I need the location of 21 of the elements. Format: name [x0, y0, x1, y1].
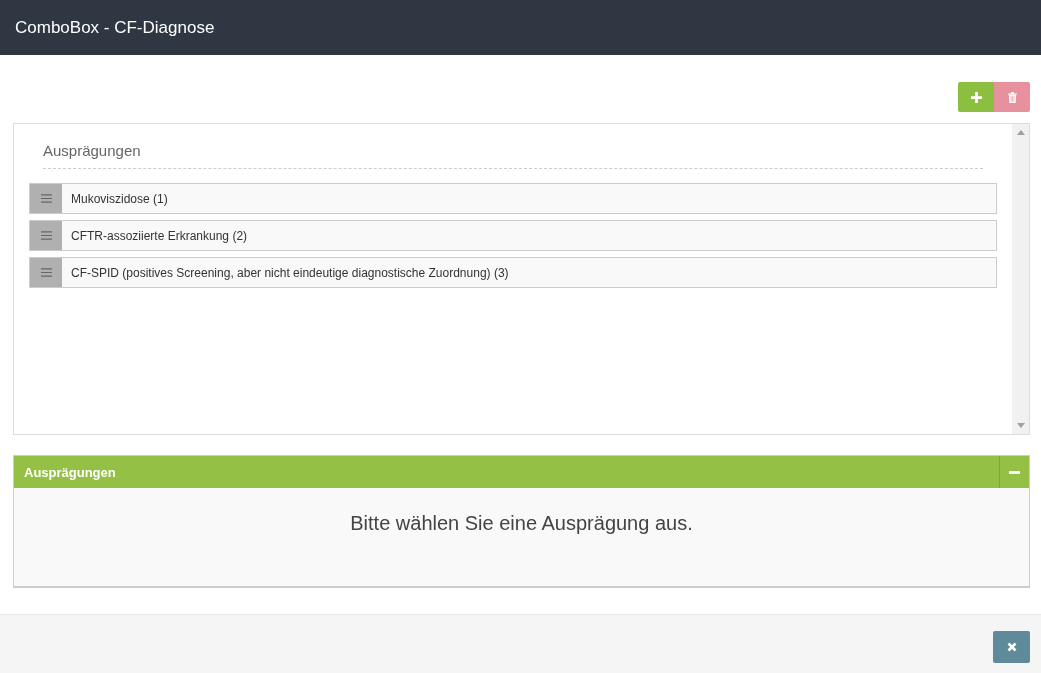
window-title: ComboBox - CF-Diagnose	[15, 17, 215, 38]
plus-icon	[970, 91, 982, 103]
empty-message: Bitte wählen Sie eine Ausprägung aus.	[350, 512, 693, 535]
scroll-down-icon[interactable]	[1016, 423, 1025, 428]
close-button[interactable]	[993, 631, 1030, 663]
scroll-up-icon[interactable]	[1016, 130, 1025, 135]
trash-icon	[1006, 91, 1018, 103]
menu-icon	[40, 268, 52, 277]
add-button[interactable]	[958, 82, 994, 112]
drag-handle[interactable]	[30, 221, 62, 250]
close-icon	[1006, 642, 1017, 652]
list-heading: Ausprägungen	[43, 142, 983, 169]
list-item[interactable]: CF-SPID (positives Screening, aber nicht eindeutige diagnostische Zuordnung) (3)	[62, 258, 996, 287]
menu-icon	[40, 194, 52, 203]
scrollbar[interactable]	[1012, 124, 1029, 434]
panel-title: Ausprägungen	[23, 464, 116, 480]
list-item[interactable]: CFTR-assoziierte Erkrankung (2)	[62, 221, 996, 250]
list-item[interactable]: Mukoviszidose (1)	[62, 184, 996, 213]
menu-icon	[40, 231, 52, 240]
drag-handle[interactable]	[30, 258, 62, 287]
drag-handle[interactable]	[30, 184, 62, 213]
